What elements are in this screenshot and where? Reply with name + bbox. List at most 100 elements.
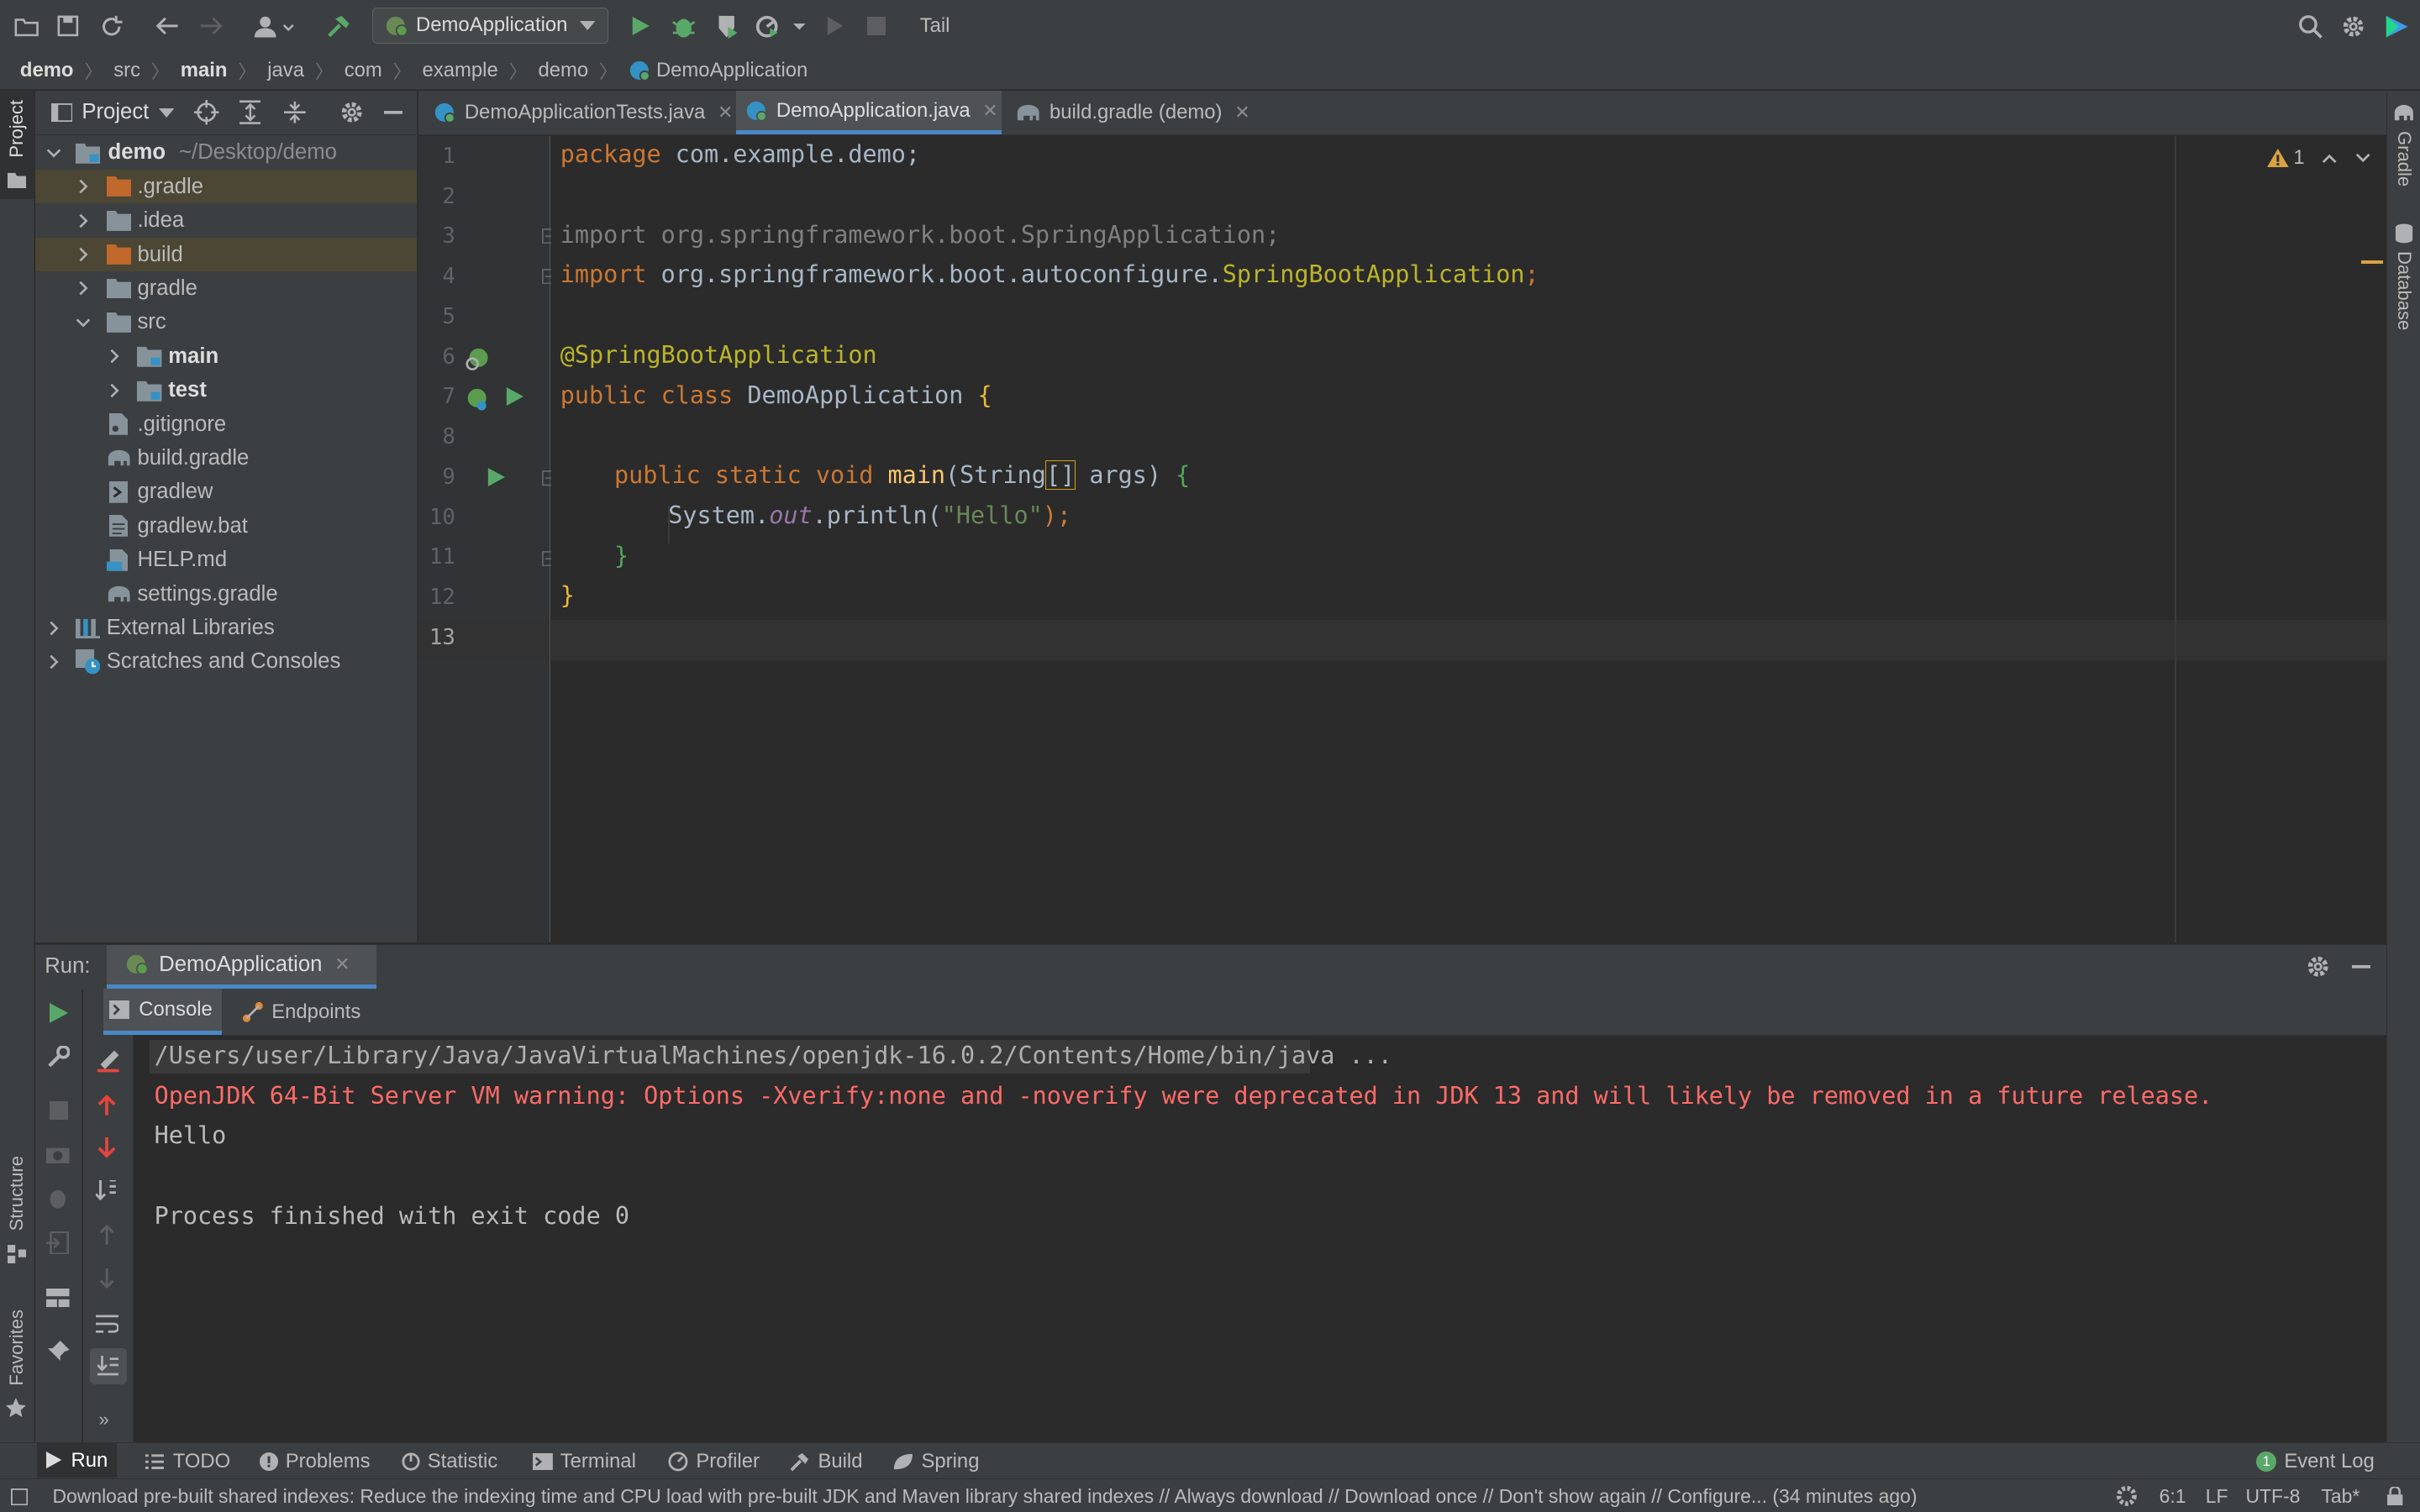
minimize-icon[interactable] [384, 111, 403, 114]
tail-button[interactable]: Tail [920, 14, 950, 38]
clear-all-icon[interactable] [96, 1047, 120, 1073]
tree-item-external-libraries[interactable]: External Libraries [35, 611, 417, 644]
line-separator[interactable]: LF [2206, 1485, 2228, 1508]
run-configuration-dropdown[interactable]: DemoApplication [371, 8, 608, 44]
tree-item-settings-gradle[interactable]: settings.gradle [35, 577, 417, 611]
chevron-right-icon[interactable] [74, 279, 92, 297]
tool-windows-toggle-icon[interactable] [10, 1488, 29, 1505]
up-arrow-icon[interactable] [99, 1225, 114, 1246]
status-message[interactable]: Download pre-built shared indexes: Reduc… [52, 1485, 2105, 1508]
crumb-example[interactable]: example [423, 59, 498, 82]
tool-tab-spring[interactable]: Spring [892, 1448, 979, 1476]
crumb-main[interactable]: main [181, 59, 228, 82]
tool-tab-event-log[interactable]: 1 Event Log [2256, 1448, 2375, 1476]
tree-item-gradlew[interactable]: gradlew [35, 475, 417, 509]
resume-icon[interactable] [818, 9, 851, 43]
console-output[interactable]: /Users/user/Library/Java/JavaVirtualMach… [134, 1037, 2386, 1443]
crumb-java[interactable]: java [267, 59, 304, 82]
tool-tab-todo[interactable]: TODO [145, 1448, 230, 1476]
locate-target-icon[interactable] [194, 100, 219, 125]
run-gutter-icon[interactable] [487, 467, 505, 486]
code-editor[interactable]: package com.example.demo; import org.spr… [550, 135, 2386, 943]
tab-build-gradle[interactable]: build.gradle (demo) ✕ [1007, 91, 1255, 134]
warning-stripe-mark[interactable] [2361, 260, 2383, 265]
next-occurrence-icon[interactable] [97, 1137, 116, 1159]
search-icon[interactable] [2293, 9, 2327, 43]
tab-demoapplication[interactable]: DemoApplication.java ✕ [736, 91, 1002, 134]
down-arrow-icon[interactable] [99, 1268, 114, 1289]
subtab-console-body[interactable]: Console [103, 989, 223, 1036]
indent-setting[interactable]: Tab* [2321, 1485, 2360, 1508]
crumb-com[interactable]: com [345, 59, 382, 82]
chevron-right-icon[interactable] [74, 212, 92, 230]
tree-item-gradlew-bat[interactable]: gradlew.bat [35, 509, 417, 543]
tool-tab-problems[interactable]: Problems [259, 1448, 371, 1476]
chevron-down-icon[interactable] [45, 144, 63, 162]
chevron-right-icon[interactable] [45, 619, 63, 638]
forward-arrow-icon[interactable] [194, 9, 228, 43]
previous-highlight-icon[interactable] [2322, 153, 2337, 164]
stop-icon[interactable] [49, 1101, 68, 1121]
tree-item-dot-gradle[interactable]: .gradle [35, 170, 417, 204]
console-line-command[interactable]: /Users/user/Library/Java/JavaVirtualMach… [155, 1042, 1392, 1069]
tool-tab-build[interactable]: Build [790, 1448, 863, 1476]
background-tasks-icon[interactable] [2116, 1485, 2140, 1507]
more-actions-icon[interactable]: » [99, 1409, 109, 1431]
favorites-stripe-button[interactable]: Favorites [0, 1310, 34, 1433]
wrench-icon[interactable] [48, 1046, 70, 1068]
tree-item-test[interactable]: test [35, 373, 417, 407]
chevron-right-icon[interactable] [45, 653, 63, 671]
stop-icon[interactable] [860, 9, 893, 43]
settings-gear-icon[interactable] [2337, 9, 2370, 43]
tree-item-build[interactable]: build [35, 237, 417, 272]
tree-item-scratches[interactable]: Scratches and Consoles [35, 645, 417, 679]
tab-demoapplicationtests[interactable]: DemoApplicationTests.java ✕ [418, 91, 733, 134]
tree-item-src[interactable]: src [35, 306, 417, 339]
debug-icon[interactable] [666, 9, 700, 43]
tree-item-demo[interactable]: demo ~/Desktop/demo [35, 136, 417, 170]
close-icon[interactable]: ✕ [334, 953, 350, 975]
chevron-right-icon[interactable] [105, 347, 124, 365]
close-icon[interactable]: ✕ [982, 100, 997, 122]
tree-item-help-md[interactable]: HELP.md [35, 543, 417, 577]
camera-icon[interactable] [46, 1145, 70, 1163]
minimize-icon[interactable] [2352, 964, 2371, 969]
chevron-right-icon[interactable] [105, 381, 124, 400]
tool-tab-statistic[interactable]: Statistic [402, 1448, 497, 1476]
debug-bug-icon[interactable] [46, 1186, 70, 1210]
scroll-to-end-toggle[interactable] [89, 1348, 127, 1384]
tool-tab-profiler[interactable]: Profiler [668, 1448, 760, 1476]
chevron-down-icon[interactable] [159, 108, 175, 118]
coverage-icon[interactable] [710, 9, 744, 43]
lock-icon[interactable] [2387, 1486, 2403, 1505]
profile-dropdown-icon[interactable] [753, 9, 808, 43]
crumb-demo[interactable]: demo [20, 59, 74, 82]
rerun-icon[interactable] [49, 1002, 68, 1023]
build-hammer-icon[interactable] [321, 9, 355, 43]
structure-stripe-button[interactable]: Structure [0, 1156, 34, 1294]
run-icon[interactable] [623, 9, 657, 43]
vcs-user-icon[interactable] [251, 9, 297, 43]
subtab-endpoints[interactable]: Endpoints [242, 989, 360, 1035]
tree-item-gitignore[interactable]: .gitignore [35, 407, 417, 441]
exit-icon[interactable] [46, 1231, 70, 1255]
close-icon[interactable]: ✕ [1234, 102, 1249, 123]
close-icon[interactable]: ✕ [718, 102, 733, 123]
collapse-all-icon[interactable] [283, 100, 306, 124]
sync-icon[interactable] [94, 9, 128, 43]
settings-gear-icon[interactable] [339, 100, 364, 124]
pin-icon[interactable] [47, 1341, 70, 1362]
database-stripe-button[interactable]: Database [2387, 223, 2420, 347]
inspection-widget[interactable]: 1 [2267, 146, 2370, 170]
crumb-demoapplication[interactable]: DemoApplication [656, 59, 808, 82]
sort-down-icon[interactable] [95, 1180, 118, 1202]
expand-all-icon[interactable] [239, 100, 261, 125]
file-encoding[interactable]: UTF-8 [2245, 1485, 2300, 1508]
chevron-right-icon[interactable] [74, 245, 92, 264]
run-gutter-icon[interactable] [505, 387, 523, 407]
ide-logo-icon[interactable] [2380, 9, 2413, 43]
back-arrow-icon[interactable] [150, 9, 183, 43]
next-highlight-icon[interactable] [2355, 153, 2370, 164]
save-icon[interactable] [51, 9, 85, 43]
layout-icon[interactable] [46, 1288, 70, 1307]
